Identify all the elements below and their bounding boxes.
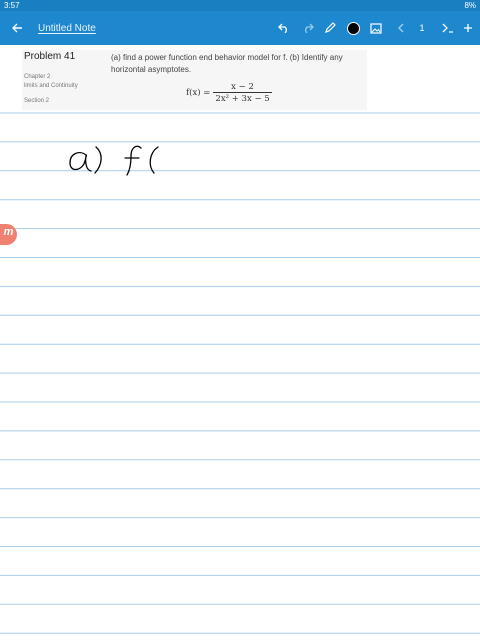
ink-stroke-f (124, 145, 142, 176)
ink-stroke-a (69, 152, 92, 172)
ink-stroke-open-paren (149, 146, 159, 174)
handwriting-layer (69, 145, 159, 176)
ink-stroke-paren (94, 146, 102, 174)
